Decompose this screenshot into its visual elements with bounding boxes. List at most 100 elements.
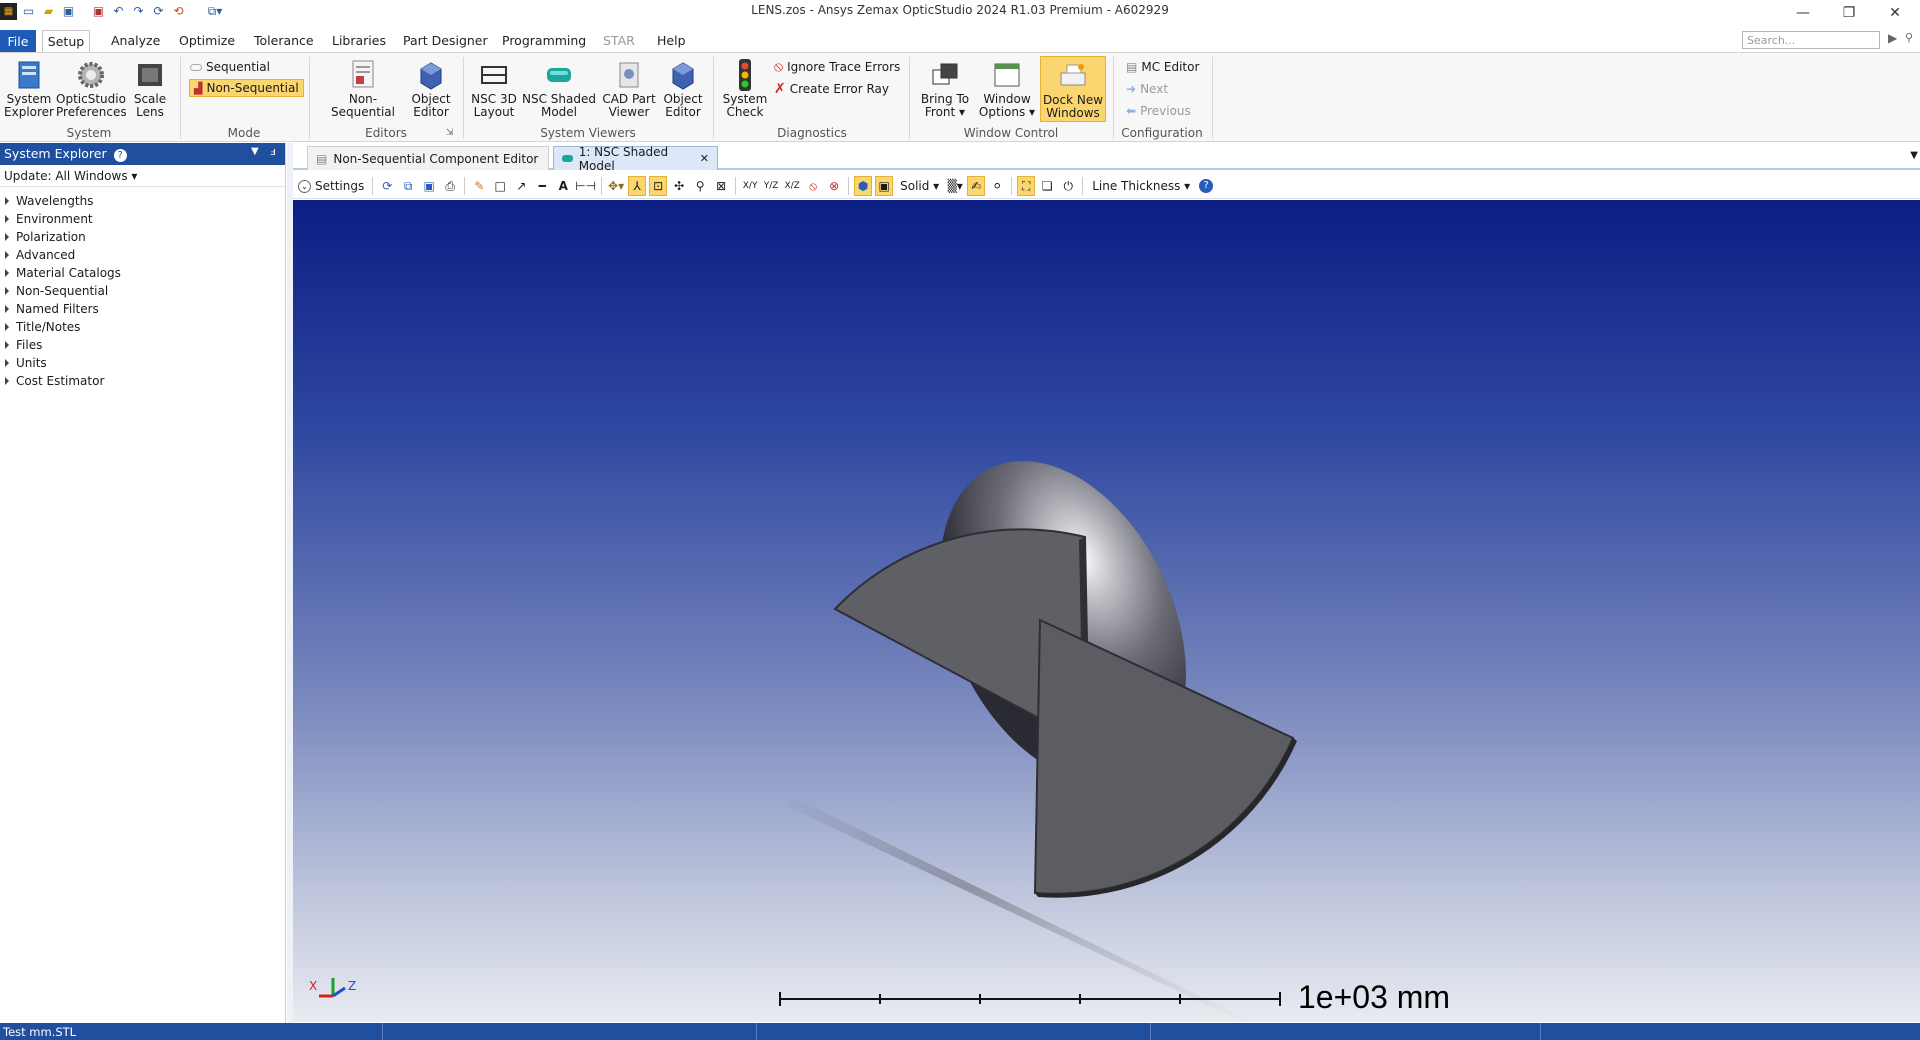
text-icon[interactable]: A bbox=[554, 176, 572, 196]
tree-item-files[interactable]: Files bbox=[0, 336, 285, 354]
search-input[interactable]: Search... bbox=[1742, 31, 1880, 49]
expand-arrow-icon[interactable] bbox=[5, 251, 9, 259]
save-icon[interactable]: ▣ bbox=[420, 176, 438, 196]
expand-arrow-icon[interactable] bbox=[5, 233, 9, 241]
nsc-shaded-model-button[interactable]: NSC Shaded Model bbox=[522, 59, 596, 118]
shaded-model-canvas[interactable]: X Z bbox=[293, 200, 1920, 1022]
light-icon[interactable]: ✍ bbox=[967, 176, 986, 196]
expand-arrow-icon[interactable] bbox=[5, 269, 9, 277]
menu-help[interactable]: Help bbox=[657, 33, 686, 48]
view-xz-button[interactable]: X/Z bbox=[783, 176, 801, 196]
expand-arrow-icon[interactable] bbox=[5, 359, 9, 367]
dialog-launcher-icon[interactable]: ⇲ bbox=[446, 128, 454, 138]
system-check-button[interactable]: System Check bbox=[720, 59, 770, 118]
tree-item-environment[interactable]: Environment bbox=[0, 210, 285, 228]
object-editor-button[interactable]: Object Editor bbox=[410, 59, 452, 118]
tab-non-sequential-component-editor[interactable]: ▤ Non-Sequential Component Editor bbox=[307, 146, 549, 170]
next-config-button[interactable]: ➜ Next bbox=[1126, 80, 1168, 98]
rectangle-icon[interactable]: □ bbox=[491, 176, 509, 196]
refresh-icon[interactable]: ⟳ bbox=[378, 176, 396, 196]
window-options-button[interactable]: Window Options ▾ bbox=[976, 59, 1038, 118]
menu-tolerance[interactable]: Tolerance bbox=[254, 33, 314, 48]
pan-icon[interactable]: ✣ bbox=[670, 176, 688, 196]
menu-file[interactable]: File bbox=[0, 30, 36, 52]
axes-icon[interactable]: ⅄ bbox=[628, 176, 647, 196]
bring-to-front-button[interactable]: Bring To Front ▾ bbox=[916, 59, 974, 118]
arrow-line-icon[interactable]: ↗ bbox=[512, 176, 530, 196]
solid-dropdown[interactable]: Solid ▾ bbox=[896, 176, 943, 196]
tab-list-dropdown-icon[interactable]: ▼ bbox=[1910, 150, 1918, 161]
menu-optimize[interactable]: Optimize bbox=[179, 33, 235, 48]
tree-item-advanced[interactable]: Advanced bbox=[0, 246, 285, 264]
display-mode-icon[interactable]: ▣ bbox=[875, 176, 894, 196]
panel-dropdown-icon[interactable]: ▼ bbox=[251, 146, 259, 157]
expand-arrow-icon[interactable] bbox=[5, 341, 9, 349]
minimize-icon[interactable]: — bbox=[1780, 0, 1826, 26]
window-icon[interactable]: ❏ bbox=[1038, 176, 1056, 196]
menu-analyze[interactable]: Analyze bbox=[111, 33, 160, 48]
object-editor-viewer-button[interactable]: Object Editor bbox=[662, 59, 704, 118]
clear-icon[interactable]: ⊗ bbox=[825, 176, 843, 196]
tab-close-icon[interactable]: ✕ bbox=[700, 152, 709, 165]
help-icon[interactable]: ? bbox=[113, 149, 127, 162]
previous-config-button[interactable]: ⬅ Previous bbox=[1126, 102, 1191, 120]
menu-star[interactable]: STAR bbox=[603, 33, 635, 48]
pencil-icon[interactable]: ✎ bbox=[470, 176, 488, 196]
view-xy-button[interactable]: X/Y bbox=[741, 176, 759, 196]
nonsequential-editor-button[interactable]: Non-Sequential bbox=[318, 59, 408, 118]
tree-item-named-filters[interactable]: Named Filters bbox=[0, 300, 285, 318]
tree-item-wavelengths[interactable]: Wavelengths bbox=[0, 192, 285, 210]
settings-button[interactable]: ⌄ Settings bbox=[295, 176, 367, 196]
pin-icon[interactable]: ⅎ bbox=[270, 145, 276, 158]
nsc-shaded-model-viewport[interactable]: X Z bbox=[293, 200, 1920, 1022]
menu-part-designer[interactable]: Part Designer bbox=[403, 33, 488, 48]
expand-arrow-icon[interactable] bbox=[5, 197, 9, 205]
expand-arrow-icon[interactable] bbox=[5, 305, 9, 313]
line-icon[interactable]: ━ bbox=[533, 176, 551, 196]
expand-arrow-icon[interactable] bbox=[5, 215, 9, 223]
shade-mode-icon[interactable]: ⬢ bbox=[854, 176, 873, 196]
tree-item-polarization[interactable]: Polarization bbox=[0, 228, 285, 246]
gradient-dropdown-icon[interactable]: ▒▾ bbox=[946, 176, 964, 196]
system-explorer-button[interactable]: System Explorer bbox=[4, 59, 54, 118]
close-icon[interactable]: ✕ bbox=[1872, 0, 1918, 26]
fit-view-icon[interactable]: ⊡ bbox=[649, 176, 668, 196]
zoom-icon[interactable]: ⚲ bbox=[691, 176, 709, 196]
tree-item-units[interactable]: Units bbox=[0, 354, 285, 372]
expand-arrow-icon[interactable] bbox=[5, 287, 9, 295]
dock-new-windows-button[interactable]: Dock New Windows bbox=[1040, 56, 1106, 122]
view-yz-button[interactable]: Y/Z bbox=[762, 176, 780, 196]
menu-setup[interactable]: Setup bbox=[42, 30, 90, 53]
rotate-view-icon[interactable]: ✥▾ bbox=[607, 176, 625, 196]
expand-arrow-icon[interactable] bbox=[5, 323, 9, 331]
menu-programming[interactable]: Programming bbox=[502, 33, 586, 48]
rays-off-icon[interactable]: ⦸ bbox=[804, 176, 822, 196]
menu-libraries[interactable]: Libraries bbox=[332, 33, 386, 48]
fullscreen-icon[interactable]: ⛶ bbox=[1017, 176, 1036, 196]
copy-icon[interactable]: ⧉ bbox=[399, 176, 417, 196]
search-go-icon[interactable]: ▶ bbox=[1888, 31, 1897, 45]
line-thickness-dropdown[interactable]: Line Thickness ▾ bbox=[1088, 176, 1194, 196]
dimension-icon[interactable]: ⊢⊣ bbox=[575, 176, 596, 196]
update-all-windows-dropdown[interactable]: Update: All Windows ▾ bbox=[0, 165, 285, 187]
tree-item-cost-estimator[interactable]: Cost Estimator bbox=[0, 372, 285, 390]
zoom-extents-icon[interactable]: ⊠ bbox=[712, 176, 730, 196]
ignore-trace-errors-button[interactable]: ⦸ Ignore Trace Errors bbox=[774, 58, 900, 76]
help-icon[interactable]: ? bbox=[1197, 176, 1215, 196]
expand-arrow-icon[interactable] bbox=[5, 377, 9, 385]
tree-item-non-sequential[interactable]: Non-Sequential bbox=[0, 282, 285, 300]
mc-editor-button[interactable]: ▤ MC Editor bbox=[1126, 58, 1199, 76]
opticstudio-preferences-button[interactable]: OpticStudio Preferences bbox=[56, 59, 127, 118]
mode-sequential-option[interactable]: Sequential bbox=[190, 58, 270, 76]
tab-nsc-shaded-model[interactable]: 1: NSC Shaded Model ✕ bbox=[553, 145, 718, 173]
nsc-3d-layout-button[interactable]: NSC 3D Layout bbox=[468, 59, 520, 118]
mode-nonsequential-option[interactable]: ▟ Non-Sequential bbox=[189, 79, 304, 97]
restore-icon[interactable]: ❐ bbox=[1826, 0, 1872, 26]
search-options-icon[interactable]: ⚲ bbox=[1905, 31, 1913, 44]
cad-part-viewer-button[interactable]: CAD Part Viewer bbox=[598, 59, 660, 118]
lamp-icon[interactable]: ⚪ bbox=[988, 176, 1006, 196]
scale-lens-button[interactable]: Scale Lens bbox=[128, 59, 172, 118]
tree-item-title-notes[interactable]: Title/Notes bbox=[0, 318, 285, 336]
create-error-ray-button[interactable]: ✗ Create Error Ray bbox=[774, 80, 889, 98]
power-icon[interactable]: ⏻ bbox=[1059, 176, 1077, 196]
